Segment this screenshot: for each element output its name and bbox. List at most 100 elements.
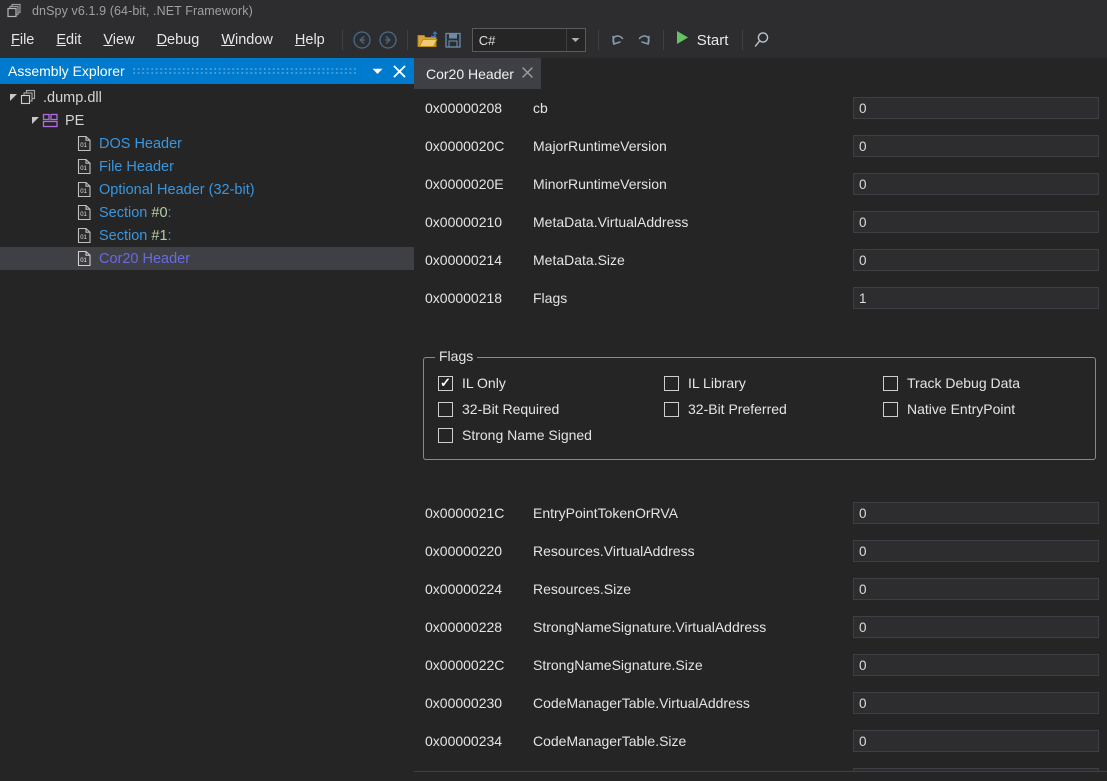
panel-close-icon[interactable] — [388, 60, 410, 82]
tab-label: Cor20 Header — [426, 65, 514, 82]
forward-arrow-icon[interactable] — [375, 27, 401, 53]
field-row: 0x00000234 CodeManagerTable.Size 0 — [414, 726, 1107, 756]
field-row: 0x00000214 MetaData.Size 0 — [414, 245, 1107, 275]
menu-edit[interactable]: Edit — [45, 29, 92, 51]
checkbox-label: Strong Name Signed — [462, 427, 592, 443]
field-offset: 0x00000214 — [425, 252, 503, 268]
menu-window[interactable]: Window — [210, 29, 284, 51]
menu-toolbar: File Edit View Debug Window Help C# Star… — [0, 22, 1107, 59]
field-value-input[interactable]: 0 — [853, 97, 1099, 119]
field-value-input[interactable]: 0 — [853, 211, 1099, 233]
checkbox-label: IL Only — [462, 375, 506, 391]
checkbox-il-library[interactable]: IL Library — [664, 375, 746, 391]
field-row: 0x0000022C StrongNameSignature.Size 0 — [414, 650, 1107, 680]
search-icon[interactable] — [749, 27, 775, 53]
binary-document-icon: 01 — [76, 204, 93, 221]
field-name: Flags — [533, 290, 568, 306]
panel-menu-chevron-down-icon[interactable] — [366, 60, 388, 82]
save-disk-icon[interactable] — [440, 27, 466, 53]
toolbar-separator-3 — [597, 30, 599, 50]
field-value-input[interactable]: 0 — [853, 616, 1099, 638]
assembly-explorer-panel: Assembly Explorer .dump.dll PE 01 DOS He… — [0, 58, 414, 781]
field-value-text: 0 — [859, 733, 867, 749]
menu-help[interactable]: Help — [284, 29, 336, 51]
field-offset: 0x00000228 — [425, 619, 503, 635]
open-folder-icon[interactable] — [414, 27, 440, 53]
checkbox-box — [438, 427, 453, 443]
field-offset: 0x0000021C — [425, 505, 505, 521]
field-row: 0x00000224 Resources.Size 0 — [414, 574, 1107, 604]
field-name: EntryPointTokenOrRVA — [533, 505, 678, 521]
field-offset: 0x00000208 — [425, 100, 503, 116]
checkbox-strong-name-signed[interactable]: Strong Name Signed — [438, 427, 592, 443]
field-name: StrongNameSignature.Size — [533, 657, 703, 673]
field-value-input[interactable]: 0 — [853, 135, 1099, 157]
binary-document-icon: 01 — [76, 250, 93, 267]
tree-item-optional-header[interactable]: 01 Optional Header (32-bit) — [0, 178, 414, 201]
checkbox-32-bit-preferred[interactable]: 32-Bit Preferred — [664, 401, 787, 417]
tree-item-section-0[interactable]: 01 Section #0: — [0, 201, 414, 224]
field-row: 0x00000220 Resources.VirtualAddress 0 — [414, 536, 1107, 566]
redo-icon[interactable] — [631, 27, 657, 53]
field-row: 0x00000208 cb 0 — [414, 93, 1107, 123]
checkbox-label: 32-Bit Preferred — [688, 401, 787, 417]
field-value-input[interactable]: 0 — [853, 540, 1099, 562]
flags-group-box: Flags ✓ IL Only IL Library Track Debug D… — [423, 348, 1096, 460]
field-value-input[interactable]: 0 — [853, 249, 1099, 271]
dnspy-window: dnSpy v6.1.9 (64-bit, .NET Framework) Fi… — [0, 0, 1107, 781]
field-offset: 0x00000218 — [425, 290, 503, 306]
checkbox-il-only[interactable]: ✓ IL Only — [438, 375, 506, 391]
back-arrow-icon[interactable] — [349, 27, 375, 53]
language-combo[interactable]: C# — [471, 28, 586, 52]
checkbox-box — [664, 375, 679, 391]
field-value-input[interactable]: 0 — [853, 578, 1099, 600]
field-value-input[interactable]: 0 — [853, 173, 1099, 195]
tree-item-pe[interactable]: PE — [0, 109, 414, 132]
expander-collapse-icon[interactable] — [28, 116, 42, 125]
assembly-tree: .dump.dll PE 01 DOS Header 01 File Heade… — [0, 84, 414, 270]
field-offset: 0x0000020C — [425, 138, 505, 154]
checkbox-native-entrypoint[interactable]: Native EntryPoint — [883, 401, 1015, 417]
field-offset: 0x00000230 — [425, 695, 503, 711]
tree-item-dump-dll[interactable]: .dump.dll — [0, 86, 414, 109]
menu-file[interactable]: File — [0, 29, 45, 51]
tree-item-cor20-header[interactable]: 01 Cor20 Header — [0, 247, 414, 270]
field-value-text: 0 — [859, 100, 867, 116]
field-value-text: 0 — [859, 695, 867, 711]
tree-item-file-header[interactable]: 01 File Header — [0, 155, 414, 178]
field-value-text: 0 — [859, 581, 867, 597]
field-value-text: 0 — [859, 252, 867, 268]
chevron-down-icon[interactable] — [565, 29, 585, 51]
play-icon — [674, 29, 690, 51]
menu-debug[interactable]: Debug — [146, 29, 211, 51]
tab-close-icon[interactable] — [522, 66, 533, 81]
field-value-input[interactable]: 0 — [853, 730, 1099, 752]
checkbox-track-debug-data[interactable]: Track Debug Data — [883, 375, 1020, 391]
binary-document-icon: 01 — [76, 227, 93, 244]
assembly-icon — [20, 89, 37, 106]
undo-icon[interactable] — [605, 27, 631, 53]
title-bar: dnSpy v6.1.9 (64-bit, .NET Framework) — [0, 0, 1107, 22]
panel-drag-handle[interactable] — [132, 64, 358, 78]
field-row: 0x00000230 CodeManagerTable.VirtualAddre… — [414, 688, 1107, 718]
menu-view[interactable]: View — [92, 29, 145, 51]
field-value-text: 0 — [859, 505, 867, 521]
field-value-input[interactable]: 0 — [853, 502, 1099, 524]
checkbox-box-checked: ✓ — [438, 375, 453, 391]
checkbox-box — [883, 401, 898, 417]
field-value-text: 0 — [859, 138, 867, 154]
start-button[interactable]: Start — [670, 27, 737, 53]
field-value-input[interactable]: 0 — [853, 692, 1099, 714]
tree-item-dos-header[interactable]: 01 DOS Header — [0, 132, 414, 155]
field-row: 0x0000021C EntryPointTokenOrRVA 0 — [414, 498, 1107, 528]
field-row: 0x00000218 Flags 1 — [414, 283, 1107, 313]
checkbox-label: Native EntryPoint — [907, 401, 1016, 417]
tree-item-section-1[interactable]: 01 Section #1: — [0, 224, 414, 247]
checkbox-box — [664, 401, 679, 417]
checkbox-32-bit-required[interactable]: 32-Bit Required — [438, 401, 559, 417]
tab-cor20-header[interactable]: Cor20 Header — [414, 58, 541, 89]
field-value-input[interactable]: 1 — [853, 287, 1099, 309]
expander-collapse-icon[interactable] — [6, 93, 20, 102]
assembly-explorer-title: Assembly Explorer — [8, 63, 125, 79]
field-value-input[interactable]: 0 — [853, 654, 1099, 676]
